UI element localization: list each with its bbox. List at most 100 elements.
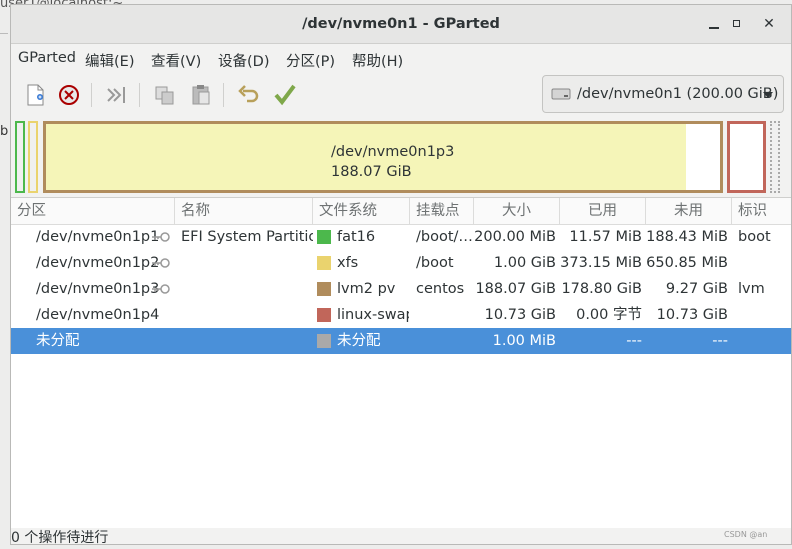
close-icon: ✕ — [763, 16, 775, 32]
cell-partition: /dev/nvme0n1p4 — [36, 307, 160, 323]
cell-used: 11.57 MiB — [569, 229, 642, 245]
cell-filesystem: linux-swap — [337, 307, 409, 323]
toolbar-separator — [223, 83, 224, 107]
filesystem-color-swatch — [317, 334, 331, 348]
column-flags[interactable]: 标识 — [732, 198, 791, 224]
gparted-window: /dev/nvme0n1 - GParted ✕ GParted 编辑(E) 查… — [10, 4, 792, 546]
new-icon — [27, 84, 44, 106]
cell-size: 10.73 GiB — [484, 307, 556, 323]
table-row[interactable]: /dev/nvme0n1p1 EFI System Partition fat16 /… — [11, 224, 791, 250]
menu-view[interactable]: 查看(V) — [151, 50, 201, 71]
cell-mountpoint — [416, 302, 474, 328]
cell-size: 1.00 MiB — [492, 333, 556, 349]
device-selector-value: /dev/nvme0n1 (200.00 GiB) — [577, 86, 779, 102]
title-bar[interactable]: /dev/nvme0n1 - GParted ✕ — [11, 5, 791, 44]
maximize-button[interactable] — [727, 14, 747, 34]
cell-mountpoint: /boot — [416, 255, 454, 271]
column-used[interactable]: 已用 — [560, 198, 646, 224]
segment-p3-name: /dev/nvme0n1p3 — [331, 144, 455, 160]
cell-flags: lvm — [738, 281, 765, 297]
device-selector[interactable]: /dev/nvme0n1 (200.00 GiB) — [542, 75, 784, 113]
menu-help[interactable]: 帮助(H) — [352, 50, 403, 71]
cell-size: 200.00 MiB — [474, 229, 556, 245]
maximize-icon — [733, 20, 740, 27]
filesystem-color-swatch — [317, 256, 331, 270]
table-row[interactable]: /dev/nvme0n1p2 xfs/boot 1.00 GiB 373.15 MiB… — [11, 250, 791, 276]
column-size[interactable]: 大小 — [474, 198, 560, 224]
cell-unused: 9.27 GiB — [665, 281, 728, 297]
table-row[interactable]: /dev/nvme0n1p4 linux-swap 10.73 GiB 0.00 字节… — [11, 302, 791, 328]
delete-partition-button[interactable] — [53, 79, 85, 111]
disk-segment-p3[interactable]: /dev/nvme0n1p3 188.07 GiB — [43, 121, 723, 193]
pending-operations-status: 0 个操作待进行 — [11, 530, 109, 546]
new-partition-button[interactable] — [19, 79, 51, 111]
terminal-divider — [0, 33, 8, 34]
toolbar-separator — [139, 83, 140, 107]
status-bar: 0 个操作待进行 — [11, 527, 791, 546]
segment-p3-size: 188.07 GiB — [331, 164, 412, 180]
key-icon — [152, 232, 170, 242]
column-name[interactable]: 名称 — [175, 198, 313, 224]
disk-segment-p4[interactable] — [727, 121, 766, 193]
resize-move-button[interactable] — [101, 79, 133, 111]
cell-used: 373.15 MiB — [560, 255, 642, 271]
apply-button[interactable] — [269, 79, 301, 111]
undo-icon — [238, 85, 259, 103]
cell-name — [181, 328, 313, 354]
cell-unused: --- — [712, 333, 728, 349]
copy-icon — [155, 86, 174, 105]
menu-partition[interactable]: 分区(P) — [286, 50, 335, 71]
segment-p3-label: /dev/nvme0n1p3 188.07 GiB — [331, 142, 454, 182]
chevron-down-icon — [763, 92, 773, 98]
filesystem-color-swatch — [317, 308, 331, 322]
cell-partition: /dev/nvme0n1p2 — [36, 255, 160, 271]
disk-segment-unallocated[interactable] — [770, 121, 780, 193]
cell-name — [181, 302, 313, 328]
paste-icon — [192, 85, 210, 105]
column-partition[interactable]: 分区 — [11, 198, 175, 224]
cell-name: EFI System Partition — [181, 229, 313, 245]
partition-table: 分区 名称 文件系统 挂载点 大小 已用 未用 标识 /dev/nvme0n1p… — [11, 197, 791, 528]
filesystem-color-swatch — [317, 282, 331, 296]
paste-button[interactable] — [185, 79, 217, 111]
cell-mountpoint: /boot/… — [416, 229, 473, 245]
cell-filesystem: 未分配 — [337, 333, 381, 349]
menu-gparted[interactable]: GParted — [18, 50, 76, 66]
cell-name — [181, 276, 313, 302]
undo-button[interactable] — [233, 79, 265, 111]
column-mountpoint[interactable]: 挂载点 — [410, 198, 474, 224]
filesystem-color-swatch — [317, 230, 331, 244]
table-row[interactable]: /dev/nvme0n1p3 lvm2 pv centos 188.07 GiB 178… — [11, 276, 791, 302]
minimize-button[interactable] — [704, 14, 724, 34]
cell-name — [181, 250, 313, 276]
minimize-icon — [709, 27, 719, 29]
cell-mountpoint: centos — [416, 281, 465, 297]
cell-size: 1.00 GiB — [493, 255, 556, 271]
cell-size: 188.07 GiB — [475, 281, 556, 297]
cell-flags — [738, 250, 790, 276]
cell-mountpoint — [416, 328, 474, 354]
disk-segment-p1[interactable] — [15, 121, 25, 193]
cell-unused: 188.43 MiB — [646, 229, 728, 245]
menu-device[interactable]: 设备(D) — [218, 50, 269, 71]
disk-segment-p2[interactable] — [28, 121, 38, 193]
window-title: /dev/nvme0n1 - GParted — [302, 16, 500, 32]
terminal-fragment: b — [0, 124, 9, 139]
cell-used: 0.00 字节 — [576, 307, 642, 323]
cell-filesystem: lvm2 pv — [337, 281, 396, 297]
table-row[interactable]: 未分配 未分配 1.00 MiB --- --- — [11, 328, 791, 354]
cell-unused: 650.85 MiB — [646, 255, 728, 271]
close-button[interactable]: ✕ — [759, 14, 779, 34]
key-icon — [152, 284, 170, 294]
copy-button[interactable] — [149, 79, 181, 111]
menu-bar: GParted 编辑(E) 查看(V) 设备(D) 分区(P) 帮助(H) — [11, 44, 791, 72]
column-filesystem[interactable]: 文件系统 — [313, 198, 410, 224]
menu-edit[interactable]: 编辑(E) — [85, 50, 134, 71]
resize-move-icon — [107, 87, 125, 103]
toolbar-separator — [91, 83, 92, 107]
key-icon — [152, 258, 170, 268]
watermark: CSDN @an — [724, 530, 768, 539]
column-unused[interactable]: 未用 — [646, 198, 732, 224]
cell-partition: /dev/nvme0n1p1 — [36, 229, 160, 245]
cell-filesystem: xfs — [337, 255, 359, 271]
